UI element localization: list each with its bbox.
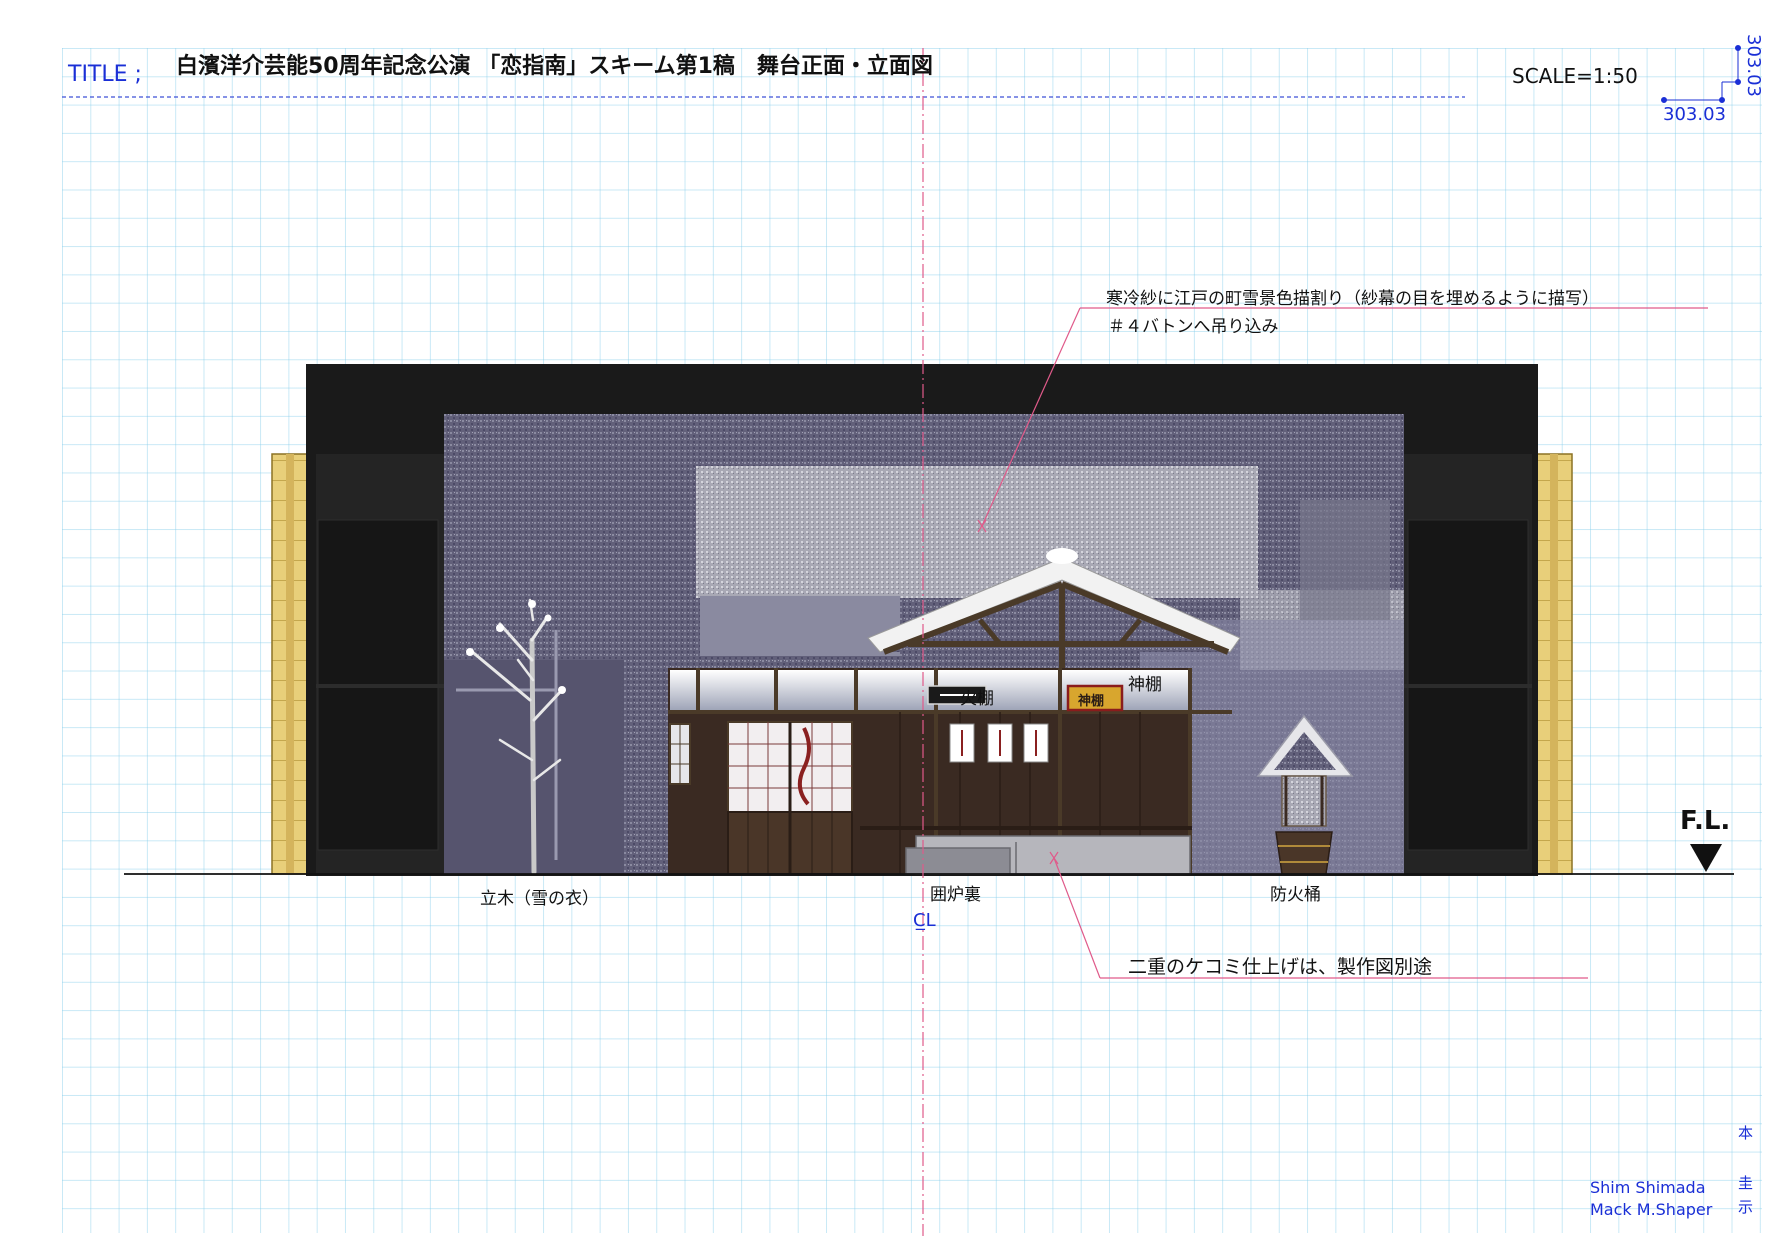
drawing-title: 白濱洋介芸能50周年記念公演 「恋指南」スキーム第1稿 舞台正面・立面図 [176,54,933,79]
dimension-horizontal: 303.03 [1663,104,1726,125]
label-bucket: 防火桶 [1270,885,1321,905]
dimension-vertical: 303.03 [1743,34,1764,97]
author-2: Mack M.Shaper [1590,1200,1713,1219]
note-scrim-line2: ＃４バトンへ吊り込み [1108,317,1279,337]
kamidana-plate-text: 神棚 [1078,694,1105,709]
drawing-sheet: TITLE ; 白濱洋介芸能50周年記念公演 「恋指南」スキーム第1稿 舞台正面… [0,0,1781,1240]
fire-talismans [949,723,1049,763]
note-platform: 二重のケコミ仕上げは、製作図別途 [1128,956,1433,978]
shoji-door [727,721,853,875]
author-1: Shim Shimada [1590,1178,1706,1197]
back-roof-snow [696,466,1258,598]
side-lattice-window [669,723,691,785]
note-scrim-line1: 寒冷紗に江戸の町雪景色描割り（紗幕の目を埋めるように描写） [1106,289,1599,309]
label-hearth: 囲炉裏 [930,885,981,905]
stamp-char-2: 圭 [1738,1174,1754,1192]
dimension-marks [1661,45,1741,103]
floor-line-label: F.L. [1680,806,1731,836]
floor-line-marker [1690,844,1722,872]
scale-label: SCALE=1:50 [1512,64,1638,88]
label-tree: 立木（雪の衣） [480,889,599,909]
stage-elevation-drawing [62,45,1741,1236]
centerline-mark: C̲L [913,910,936,931]
label-fire-shelf: 火棚 [960,689,994,709]
stamp-char-1: 本 [1738,1124,1754,1142]
label-kamidana: 神棚 [1128,675,1162,695]
title-label: TITLE ; [68,62,142,87]
stamp-char-3: 示 [1738,1198,1754,1216]
raised-platform-hearth [905,835,1191,875]
